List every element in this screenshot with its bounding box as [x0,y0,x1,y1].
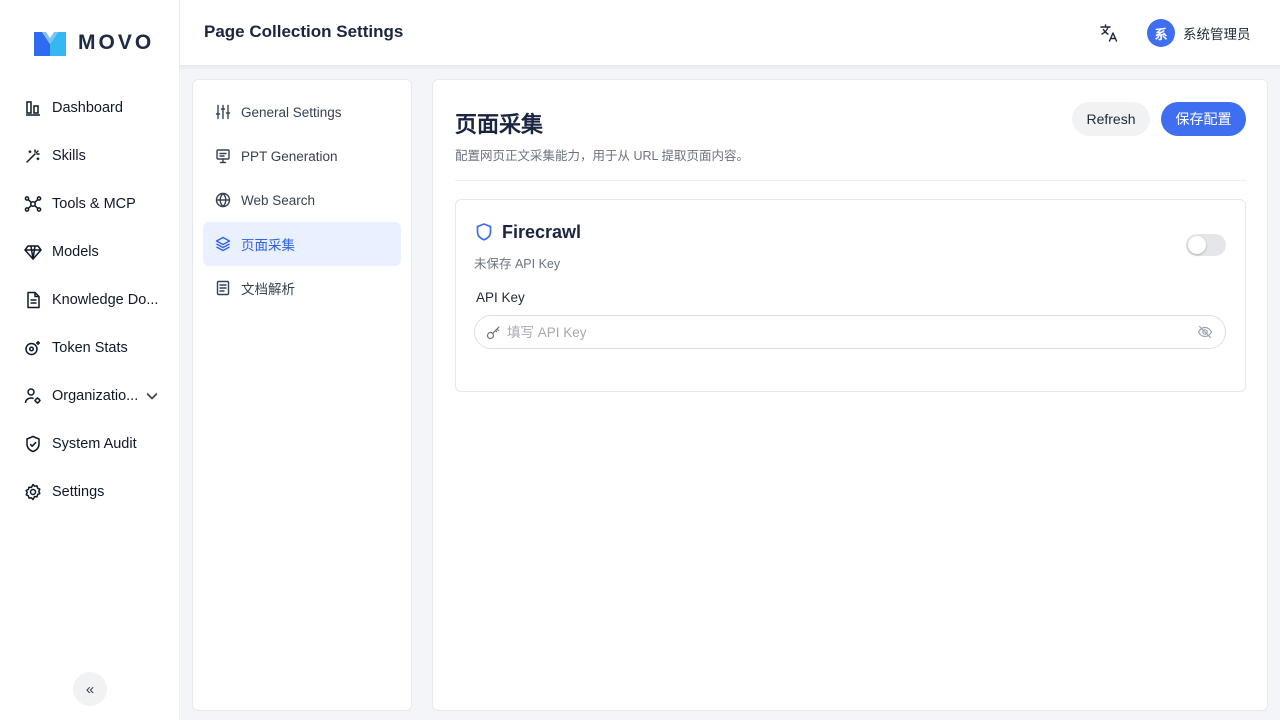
sidebar-item-label: Knowledge Do... [52,292,159,308]
section-title: 页面采集 [455,112,544,137]
page-title: Page Collection Settings [204,22,404,41]
sidebar: MOVO Dashboard Skills Tools & MCP Models [0,0,180,720]
avatar: 系 [1147,19,1175,47]
movo-logo-icon [34,32,66,56]
sidebar-item-label: Models [52,244,99,260]
logo[interactable]: MOVO [32,28,154,58]
sidebar-item-system-audit[interactable]: System Audit [0,420,180,468]
user-name: 系统管理员 [1183,27,1251,42]
shield-check-icon [24,435,42,453]
sidebar-item-label: Dashboard [52,100,123,116]
presentation-icon [215,148,231,164]
sidebar-item-label: Skills [52,148,86,164]
main-panel: 页面采集 配置网页正文采集能力，用于从 URL 提取页面内容。 Refresh … [432,79,1268,711]
sidebar-item-label: Organizatio... [52,388,139,404]
sidebar-item-label: Token Stats [52,340,128,356]
divider [455,180,1246,181]
save-config-button[interactable]: 保存配置 [1161,102,1246,136]
magic-wand-icon [24,147,42,165]
key-icon [486,326,500,340]
user-menu[interactable]: 系 系统管理员 [1147,19,1251,47]
settings-subnav: General Settings PPT Generation Web Sear… [192,79,412,711]
sidebar-nav: Dashboard Skills Tools & MCP Models Know… [0,84,180,516]
subnav-item-label: PPT Generation [241,148,338,164]
provider-status: 未保存 API Key [474,257,561,271]
sidebar-item-dashboard[interactable]: Dashboard [0,84,180,132]
chevron-down-icon[interactable] [144,388,160,404]
toggle-knob [1188,236,1206,254]
document-lines-icon [215,280,231,296]
layers-icon [215,236,231,252]
refresh-button[interactable]: Refresh [1072,102,1150,136]
header: Page Collection Settings 系 系统管理员 [180,0,1280,66]
logo-text: MOVO [78,31,155,54]
sidebar-item-token-stats[interactable]: Token Stats [0,324,180,372]
sliders-icon [215,104,231,120]
subnav-item-label: 文档解析 [241,282,295,297]
collapse-sidebar-button[interactable]: « [73,672,107,706]
sidebar-item-label: Tools & MCP [52,196,136,212]
network-icon [24,195,42,213]
document-icon [24,291,42,309]
shield-icon [476,223,492,241]
api-key-input[interactable] [507,317,1187,347]
subnav-item-page-collection[interactable]: 页面采集 [203,222,401,266]
bar-chart-icon [24,99,42,117]
api-key-field[interactable] [474,315,1226,349]
sidebar-item-models[interactable]: Models [0,228,180,276]
provider-card-firecrawl: Firecrawl 未保存 API Key API Key [455,199,1246,392]
subnav-item-document-parsing[interactable]: 文档解析 [203,266,401,310]
diamond-icon [24,243,42,261]
gear-icon [24,483,42,501]
subnav-item-label: General Settings [241,104,342,120]
sidebar-item-skills[interactable]: Skills [0,132,180,180]
sidebar-item-settings[interactable]: Settings [0,468,180,516]
sidebar-item-label: Settings [52,484,105,500]
eye-off-icon[interactable] [1197,324,1213,340]
subnav-item-label: Web Search [241,192,316,208]
translate-icon[interactable] [1098,22,1120,44]
provider-enable-toggle[interactable] [1186,234,1226,256]
globe-icon [215,192,231,208]
section-description: 配置网页正文采集能力，用于从 URL 提取页面内容。 [455,149,749,163]
sidebar-item-label: System Audit [52,436,137,452]
sidebar-item-knowledge[interactable]: Knowledge Do... [0,276,180,324]
subnav-item-general-settings[interactable]: General Settings [203,90,401,134]
token-icon [24,339,42,357]
sidebar-item-tools-mcp[interactable]: Tools & MCP [0,180,180,228]
users-gear-icon [24,387,42,405]
subnav-item-ppt-generation[interactable]: PPT Generation [203,134,401,178]
subnav-item-label: 页面采集 [241,238,295,253]
subnav-item-web-search[interactable]: Web Search [203,178,401,222]
sidebar-item-organization[interactable]: Organizatio... [0,372,180,420]
provider-name: Firecrawl [502,222,582,242]
api-key-label: API Key [476,290,525,305]
